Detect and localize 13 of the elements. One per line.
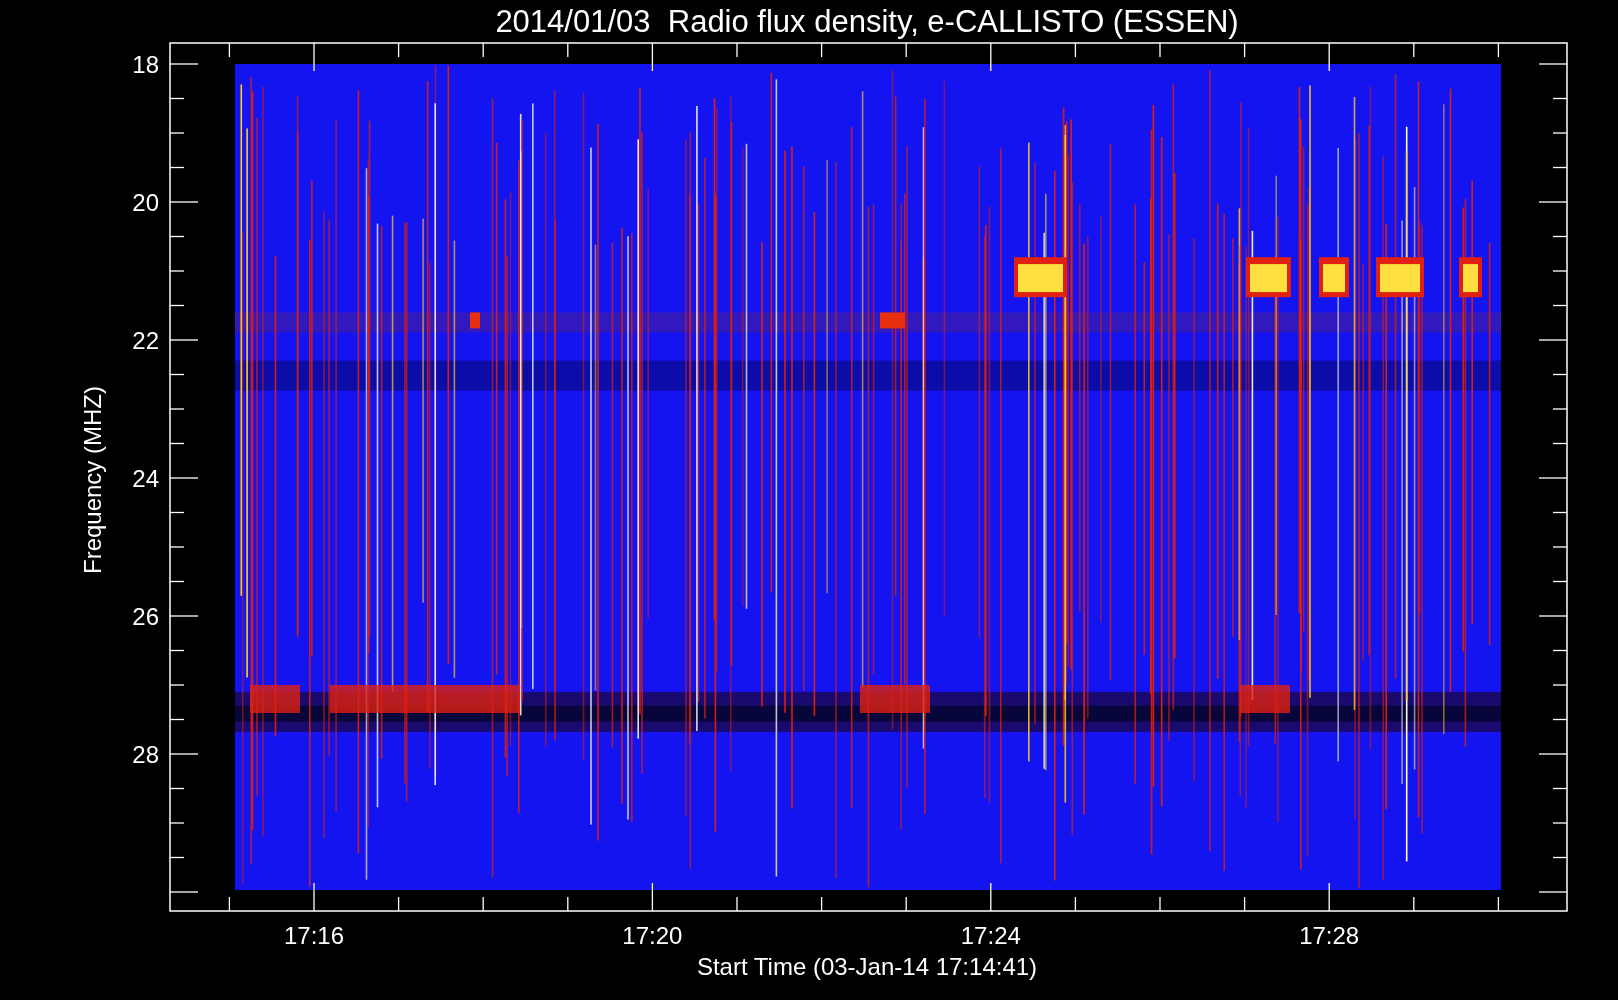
x-axis-label: Start Time (03-Jan-14 17:14:41) xyxy=(696,953,1038,980)
y-tick-label: 28 xyxy=(132,741,159,768)
x-tick-label: 17:24 xyxy=(960,922,1021,949)
y-tick-label: 20 xyxy=(132,189,159,216)
chart-title: 2014/01/03 Radio flux density, e-CALLISTO (ESSEN) xyxy=(495,4,1239,39)
x-tick-label: 17:16 xyxy=(283,922,345,949)
y-tick-label: 22 xyxy=(132,327,159,354)
x-tick-label: 17:28 xyxy=(1299,922,1360,949)
x-tick-label: 17:20 xyxy=(622,922,683,949)
y-axis-label: Frequency (MHZ) xyxy=(79,386,106,574)
y-tick-label: 26 xyxy=(132,603,159,630)
y-tick-label: 24 xyxy=(132,465,159,492)
y-tick-label: 18 xyxy=(132,51,159,78)
